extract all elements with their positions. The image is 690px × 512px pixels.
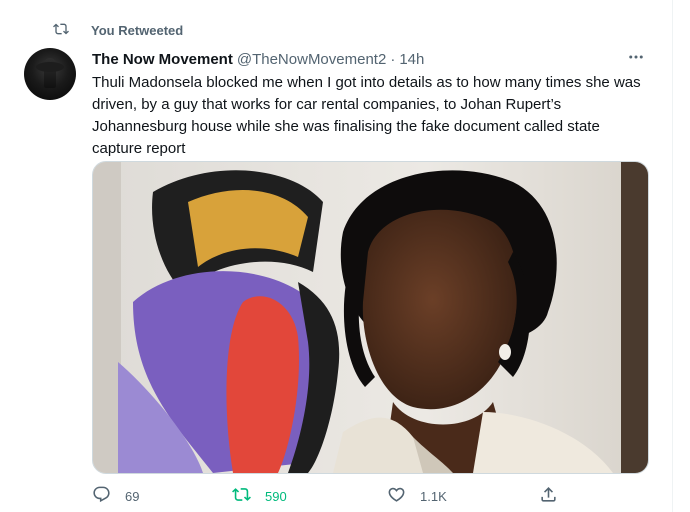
- author-name[interactable]: The Now Movement: [92, 51, 233, 68]
- photo-image: [93, 162, 648, 473]
- share-icon: [539, 485, 572, 507]
- reply-count: 69: [125, 488, 140, 504]
- tweet-card[interactable]: You Retweeted The Now Movement @TheNowMo…: [0, 0, 673, 512]
- tweet-photo[interactable]: [92, 161, 649, 474]
- tweet-text: Thuli Madonsela blocked me when I got in…: [92, 74, 641, 157]
- more-icon: [627, 48, 645, 71]
- timestamp[interactable]: 14h: [399, 51, 424, 68]
- retweet-button[interactable]: 590: [232, 484, 287, 508]
- tweet-actions: 69 590 1.1K: [92, 484, 562, 508]
- avatar[interactable]: [24, 48, 76, 100]
- reply-icon: [92, 485, 125, 507]
- author-handle[interactable]: @TheNowMovement2: [237, 51, 386, 68]
- retweet-icon: [53, 21, 91, 40]
- retweet-label: You Retweeted: [91, 22, 184, 38]
- retweet-icon: [232, 485, 265, 507]
- heart-icon: [387, 485, 420, 507]
- reply-button[interactable]: 69: [92, 484, 139, 508]
- share-button[interactable]: [539, 484, 572, 508]
- like-button[interactable]: 1.1K: [387, 484, 447, 508]
- more-button[interactable]: [624, 50, 648, 68]
- retweet-count: 590: [265, 488, 287, 504]
- retweet-context[interactable]: You Retweeted: [53, 20, 183, 40]
- separator: ·: [390, 50, 396, 68]
- like-count: 1.1K: [420, 488, 447, 504]
- tweet-header: The Now Movement @TheNowMovement2 · 14h: [92, 48, 424, 70]
